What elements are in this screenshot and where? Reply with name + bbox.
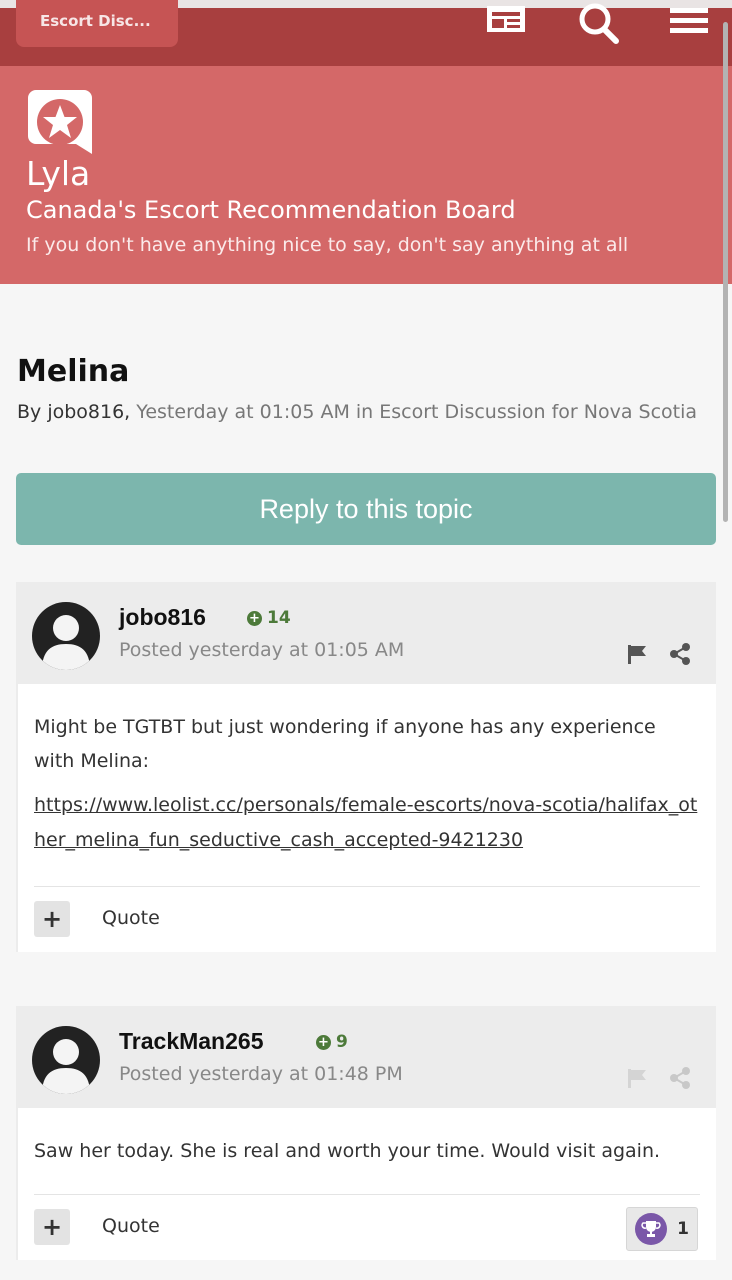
- post-date[interactable]: Posted yesterday at 01:05 AM: [119, 639, 404, 661]
- breadcrumb-back-tab[interactable]: Escort Disc...: [16, 0, 178, 47]
- site-header: Lyla Canada's Escort Recommendation Boar…: [0, 66, 732, 284]
- post-body: Might be TGTBT but just wondering if any…: [18, 684, 716, 952]
- site-tagline: If you don't have anything nice to say, …: [26, 234, 629, 256]
- plus-circle-icon: +: [247, 610, 262, 626]
- topic-meta-text: Yesterday at 01:05 AM in Escort Discussi…: [136, 401, 698, 423]
- trophy-icon: [635, 1213, 668, 1245]
- reputation-count: 14: [267, 608, 291, 628]
- reply-to-topic-button[interactable]: Reply to this topic: [16, 473, 716, 545]
- topic-title: Melina: [17, 354, 130, 389]
- post-footer: + Quote: [34, 886, 700, 952]
- reaction-count: 1: [677, 1219, 689, 1239]
- topic-meta: By jobo816, Yesterday at 01:05 AM in Esc…: [17, 401, 697, 423]
- post-actions: [626, 1066, 692, 1094]
- avatar[interactable]: [32, 1026, 100, 1094]
- quote-button[interactable]: Quote: [102, 907, 160, 929]
- post: jobo816 + 14 Posted yesterday at 01:05 A…: [16, 582, 716, 952]
- multiquote-add-button[interactable]: +: [34, 1209, 70, 1245]
- menu-icon[interactable]: [666, 2, 712, 38]
- post-header: TrackMan265 + 9 Posted yesterday at 01:4…: [16, 1006, 716, 1108]
- report-flag-icon[interactable]: [626, 1067, 650, 1093]
- post-author[interactable]: TrackMan265: [119, 1028, 263, 1055]
- post-footer: + Quote 1: [34, 1194, 700, 1260]
- multiquote-add-button[interactable]: +: [34, 901, 70, 937]
- post-actions: [626, 642, 692, 670]
- topic-author[interactable]: By jobo816,: [17, 401, 130, 423]
- site-subtitle: Canada's Escort Recommendation Board: [26, 196, 516, 224]
- post-text: Might be TGTBT but just wondering if any…: [34, 716, 656, 772]
- post-author[interactable]: jobo816: [119, 604, 206, 631]
- report-flag-icon[interactable]: [626, 643, 650, 669]
- reaction-badge[interactable]: 1: [626, 1207, 698, 1251]
- share-icon[interactable]: [668, 1066, 692, 1094]
- post-header: jobo816 + 14 Posted yesterday at 01:05 A…: [16, 582, 716, 684]
- star-logo-icon[interactable]: [26, 88, 94, 156]
- reputation-count: 9: [336, 1032, 348, 1052]
- news-icon[interactable]: [484, 2, 528, 38]
- post-body: Saw her today. She is real and worth you…: [18, 1108, 716, 1260]
- plus-circle-icon: +: [316, 1034, 331, 1050]
- top-nav-bar: Escort Disc...: [0, 0, 732, 66]
- post: TrackMan265 + 9 Posted yesterday at 01:4…: [16, 1006, 716, 1260]
- search-icon[interactable]: [574, 2, 622, 44]
- site-name[interactable]: Lyla: [26, 154, 90, 193]
- reputation-badge: + 9: [316, 1032, 348, 1052]
- post-date[interactable]: Posted yesterday at 01:48 PM: [119, 1063, 403, 1085]
- post-text: Saw her today. She is real and worth you…: [34, 1140, 661, 1162]
- share-icon[interactable]: [668, 642, 692, 670]
- quote-button[interactable]: Quote: [102, 1215, 160, 1237]
- reputation-badge: + 14: [247, 608, 291, 628]
- avatar[interactable]: [32, 602, 100, 670]
- post-link[interactable]: https://www.leolist.cc/personals/female-…: [34, 788, 700, 886]
- scrollbar[interactable]: [723, 22, 728, 522]
- breadcrumb-back-label: Escort Disc...: [40, 12, 151, 30]
